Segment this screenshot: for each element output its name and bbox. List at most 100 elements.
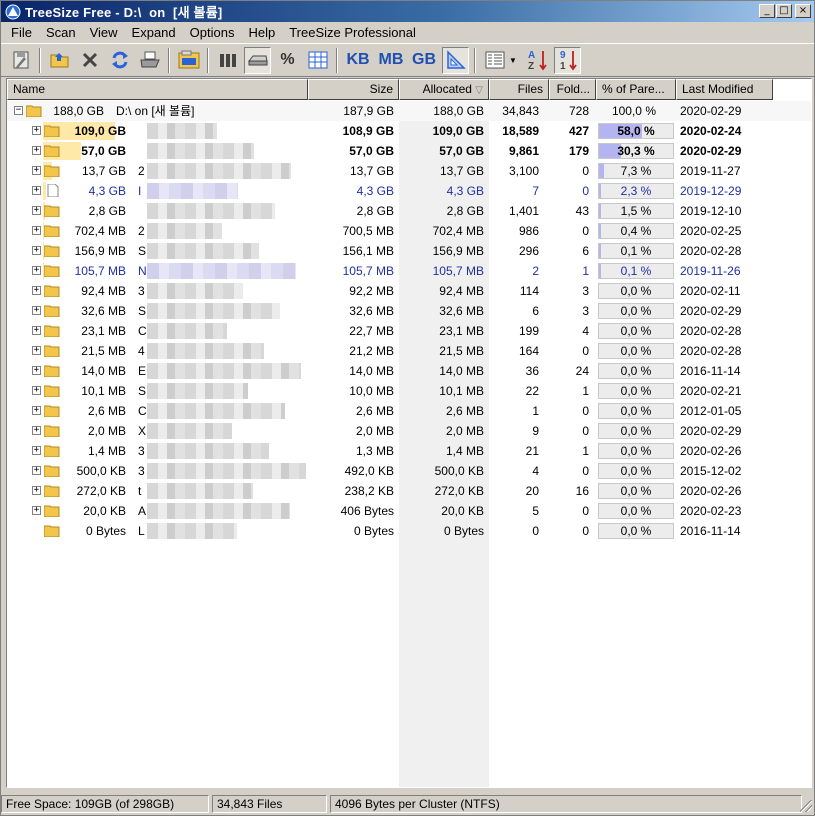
expand-icon[interactable]: + bbox=[32, 366, 41, 375]
menu-expand[interactable]: Expand bbox=[125, 25, 183, 40]
row-modified: 2016-11-14 bbox=[680, 524, 741, 538]
menu-file[interactable]: File bbox=[4, 25, 39, 40]
collapse-icon[interactable]: − bbox=[14, 106, 23, 115]
expand-icon[interactable]: + bbox=[32, 266, 41, 275]
percent-button[interactable]: % bbox=[274, 47, 301, 74]
row-folders: 3 bbox=[582, 304, 589, 318]
row-allocated: 500,0 KB bbox=[434, 464, 484, 478]
refresh-button[interactable] bbox=[106, 47, 133, 74]
menu-help[interactable]: Help bbox=[241, 25, 282, 40]
tree-row[interactable]: +2,6 MB C 2,6 MB 2,6 MB 1 0 0,0 % 2012-01-05 bbox=[7, 401, 811, 421]
expand-icon[interactable]: + bbox=[32, 386, 41, 395]
save-icon bbox=[13, 51, 28, 69]
tree-row[interactable]: +105,7 MB N 105,7 MB 105,7 MB 2 1 0,1 % 2019-11… bbox=[7, 261, 811, 281]
tree-list[interactable]: Name Size Allocated ▽ Files Fold... % of… bbox=[6, 78, 812, 788]
expand-icon[interactable]: + bbox=[32, 186, 41, 195]
stop-button[interactable] bbox=[76, 47, 103, 74]
tree-row[interactable]: +14,0 MB E 14,0 MB 14,0 MB 36 24 0,0 % 2016-11-… bbox=[7, 361, 811, 381]
tree-row[interactable]: +57,0 GB 57,0 GB 57,0 GB 9,861 179 30,3 % 2020… bbox=[7, 141, 811, 161]
drive-button[interactable] bbox=[244, 46, 271, 74]
expand-icon[interactable]: + bbox=[32, 346, 41, 355]
tree-row[interactable]: +92,4 MB 3 92,2 MB 92,4 MB 114 3 0,0 % 2020-02-… bbox=[7, 281, 811, 301]
tree-row[interactable]: +20,0 KB A 406 Bytes 20,0 KB 5 0 0,0 % 2020-02-… bbox=[7, 501, 811, 521]
menu-scan[interactable]: Scan bbox=[39, 25, 83, 40]
tree-row[interactable]: +13,7 GB 2 13,7 GB 13,7 GB 3,100 0 7,3 % 2019-1… bbox=[7, 161, 811, 181]
tree-row[interactable]: +109,0 GB 108,9 GB 109,0 GB 18,589 427 58,0 %… bbox=[7, 121, 811, 141]
kb-unit-button[interactable]: KB bbox=[343, 47, 373, 74]
title-bar[interactable]: TreeSize Free - D:\ on [새 볼륨] _ □ × bbox=[1, 1, 814, 22]
column-header-percent[interactable]: % of Pare... bbox=[596, 79, 676, 100]
row-size: 700,5 MB bbox=[342, 224, 394, 238]
row-allocated: 23,1 MB bbox=[439, 324, 484, 338]
percent-bar: 0,0 % bbox=[598, 323, 674, 339]
root-row[interactable]: − 188,0 GB D:\ on [새 볼륨] 187,9 GB 188,0 … bbox=[7, 101, 811, 121]
row-size: 21,2 MB bbox=[349, 344, 394, 358]
tree-row[interactable]: +23,1 MB C 22,7 MB 23,1 MB 199 4 0,0 % 2020-02-… bbox=[7, 321, 811, 341]
tree-row[interactable]: +21,5 MB 4 21,2 MB 21,5 MB 164 0 0,0 % 2020-02-… bbox=[7, 341, 811, 361]
column-header-files[interactable]: Files bbox=[489, 79, 549, 100]
minimize-button[interactable]: _ bbox=[759, 4, 775, 18]
column-header-size[interactable]: Size bbox=[308, 79, 399, 100]
maximize-button[interactable]: □ bbox=[776, 4, 792, 18]
menu-treesize-professional[interactable]: TreeSize Professional bbox=[282, 25, 423, 40]
tree-row[interactable]: +500,0 KB 3 492,0 KB 500,0 KB 4 0 0,0 % 2015-12… bbox=[7, 461, 811, 481]
tree-row[interactable]: +702,4 MB 2 700,5 MB 702,4 MB 986 0 0,4 % 2020-… bbox=[7, 221, 811, 241]
print-button[interactable] bbox=[136, 47, 163, 74]
status-cluster-size: 4096 Bytes per Cluster (NTFS) bbox=[330, 794, 802, 813]
expand-icon[interactable]: + bbox=[32, 326, 41, 335]
column-header-last-modified[interactable]: Last Modified bbox=[676, 79, 773, 100]
expand-icon[interactable]: + bbox=[32, 226, 41, 235]
save-button[interactable] bbox=[7, 47, 34, 74]
expand-icon[interactable]: + bbox=[32, 246, 41, 255]
redacted-name bbox=[147, 183, 238, 199]
tree-row[interactable]: +2,0 MB X 2,0 MB 2,0 MB 9 0 0,0 % 2020-02-29 bbox=[7, 421, 811, 441]
grid-view-button[interactable] bbox=[304, 47, 331, 74]
svg-text:A: A bbox=[528, 50, 535, 61]
expand-icon[interactable]: + bbox=[32, 166, 41, 175]
row-allocated: 21,5 MB bbox=[439, 344, 484, 358]
mb-unit-button[interactable]: MB bbox=[376, 47, 406, 74]
tree-row[interactable]: 0 Bytes L 0 Bytes 0 Bytes 0 0 0,0 % 2016-11-14 bbox=[7, 521, 811, 541]
expand-icon[interactable]: + bbox=[32, 466, 41, 475]
expand-icon[interactable]: + bbox=[32, 426, 41, 435]
expand-icon[interactable]: + bbox=[32, 126, 41, 135]
explorer-button[interactable] bbox=[175, 47, 202, 74]
sort-alpha-button[interactable]: A Z bbox=[524, 47, 551, 74]
tree-row[interactable]: +32,6 MB S 32,6 MB 32,6 MB 6 3 0,0 % 2020-02-29 bbox=[7, 301, 811, 321]
tree-row[interactable]: +156,9 MB S 156,1 MB 156,9 MB 296 6 0,1 % 2020-… bbox=[7, 241, 811, 261]
redacted-name bbox=[147, 203, 275, 219]
tree-row[interactable]: +2,8 GB 2,8 GB 2,8 GB 1,401 43 1,5 % 2019-12-1… bbox=[7, 201, 811, 221]
file-icon bbox=[47, 184, 59, 197]
column-header-folders[interactable]: Fold... bbox=[549, 79, 596, 100]
sort-size-button[interactable]: 9 1 bbox=[554, 46, 581, 74]
expand-icon[interactable]: + bbox=[32, 286, 41, 295]
select-directory-button[interactable] bbox=[46, 47, 73, 74]
chevron-down-icon[interactable]: ▼ bbox=[508, 47, 518, 74]
expand-icon[interactable]: + bbox=[32, 306, 41, 315]
row-modified: 2020-02-26 bbox=[680, 444, 742, 458]
column-header-name[interactable]: Name bbox=[7, 79, 308, 100]
expand-icon[interactable]: + bbox=[32, 206, 41, 215]
row-size-label: 1,4 MB bbox=[87, 444, 126, 458]
menu-view[interactable]: View bbox=[83, 25, 125, 40]
row-size-label: 0 Bytes bbox=[85, 524, 126, 538]
root-name: D:\ on [새 볼륨] bbox=[116, 104, 195, 118]
column-header-allocated[interactable]: Allocated ▽ bbox=[399, 79, 489, 100]
row-modified: 2020-02-24 bbox=[680, 124, 742, 138]
auto-unit-button[interactable] bbox=[442, 46, 469, 74]
expand-icon[interactable]: + bbox=[32, 486, 41, 495]
expand-icon[interactable]: + bbox=[32, 406, 41, 415]
gb-unit-button[interactable]: GB bbox=[409, 47, 439, 74]
tree-row[interactable]: +10,1 MB S 10,0 MB 10,1 MB 22 1 0,0 % 2020-02-2… bbox=[7, 381, 811, 401]
bar-chart-button[interactable] bbox=[214, 47, 241, 74]
expand-icon[interactable]: + bbox=[32, 506, 41, 515]
tree-row[interactable]: +1,4 MB 3 1,3 MB 1,4 MB 21 1 0,0 % 2020-02-26 bbox=[7, 441, 811, 461]
details-button[interactable] bbox=[481, 47, 508, 74]
menu-options[interactable]: Options bbox=[183, 25, 242, 40]
expand-icon[interactable]: + bbox=[32, 146, 41, 155]
tree-row[interactable]: +4,3 GB I 4,3 GB 4,3 GB 7 0 2,3 % 2019-12-29 bbox=[7, 181, 811, 201]
resize-grip-icon[interactable] bbox=[800, 800, 812, 812]
expand-icon[interactable]: + bbox=[32, 446, 41, 455]
tree-row[interactable]: +272,0 KB t 238,2 KB 272,0 KB 20 16 0,0 % 2020-… bbox=[7, 481, 811, 501]
close-button[interactable]: × bbox=[795, 4, 811, 18]
